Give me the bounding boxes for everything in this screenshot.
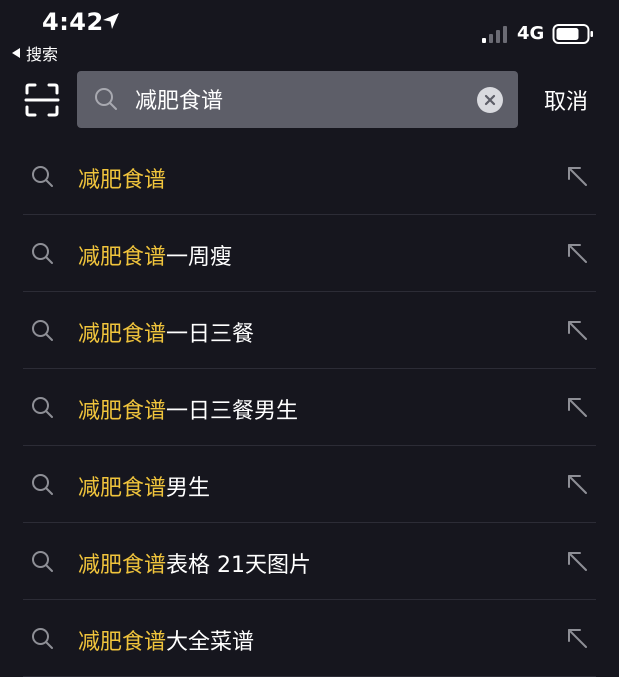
arrow-up-left-icon[interactable]	[565, 241, 589, 265]
clear-search-button[interactable]	[477, 87, 503, 113]
back-to-search-link[interactable]: 搜索	[12, 41, 58, 65]
location-arrow-icon	[103, 13, 119, 29]
search-icon	[32, 166, 53, 187]
suggestion-highlight: 减肥食谱	[78, 245, 167, 270]
suggestion-item[interactable]: 减肥食谱男生	[0, 446, 619, 523]
suggestion-list: 减肥食谱 减肥食谱一周瘦 减肥食谱一日三餐 减肥食谱一日三餐男生 减肥食谱男生 减肥食谱表…	[0, 138, 619, 677]
arrow-up-left-icon[interactable]	[565, 164, 589, 188]
suggestion-rest: 大全菜谱	[166, 630, 255, 655]
suggestion-label: 减肥食谱一周瘦	[78, 239, 232, 271]
cancel-button[interactable]: 取消	[544, 84, 588, 116]
back-triangle-icon	[12, 48, 20, 58]
search-box[interactable]	[77, 71, 518, 128]
signal-icon	[482, 26, 507, 43]
suggestion-rest: 表格 21天图片	[166, 553, 312, 578]
arrow-up-left-icon[interactable]	[565, 549, 589, 573]
suggestion-label: 减肥食谱男生	[78, 470, 210, 502]
suggestion-item[interactable]: 减肥食谱一周瘦	[0, 215, 619, 292]
search-input[interactable]	[135, 79, 465, 119]
scan-icon[interactable]	[24, 82, 60, 118]
suggestion-label: 减肥食谱表格 21天图片	[78, 547, 311, 579]
suggestion-item[interactable]: 减肥食谱大全菜谱	[0, 600, 619, 677]
arrow-up-left-icon[interactable]	[565, 626, 589, 650]
search-icon	[32, 474, 53, 495]
suggestion-item[interactable]: 减肥食谱表格 21天图片	[0, 523, 619, 600]
search-icon	[32, 397, 53, 418]
arrow-up-left-icon[interactable]	[565, 472, 589, 496]
suggestion-label: 减肥食谱一日三餐	[78, 316, 254, 348]
suggestion-rest: 一日三餐男生	[166, 399, 299, 424]
arrow-up-left-icon[interactable]	[565, 318, 589, 342]
network-type: 4G	[517, 23, 545, 44]
status-time: 4:42	[42, 8, 104, 36]
suggestion-label: 减肥食谱一日三餐男生	[78, 393, 298, 425]
search-icon	[32, 551, 53, 572]
suggestion-highlight: 减肥食谱	[78, 476, 167, 501]
suggestion-highlight: 减肥食谱	[78, 399, 167, 424]
suggestion-item[interactable]: 减肥食谱一日三餐	[0, 292, 619, 369]
battery-icon	[552, 24, 593, 44]
suggestion-label: 减肥食谱	[78, 162, 166, 194]
arrow-up-left-icon[interactable]	[565, 395, 589, 419]
search-icon	[32, 243, 53, 264]
suggestion-item[interactable]: 减肥食谱一日三餐男生	[0, 369, 619, 446]
suggestion-rest: 一周瘦	[166, 245, 233, 270]
search-icon	[95, 88, 117, 110]
suggestion-rest: 男生	[166, 476, 211, 501]
status-bar: 4:42 搜索 4G	[0, 0, 619, 66]
suggestion-highlight: 减肥食谱	[78, 168, 167, 193]
clear-icon	[484, 94, 496, 106]
suggestion-highlight: 减肥食谱	[78, 630, 167, 655]
suggestion-rest: 一日三餐	[166, 322, 255, 347]
back-label: 搜索	[26, 45, 59, 64]
suggestion-highlight: 减肥食谱	[78, 553, 167, 578]
suggestion-highlight: 减肥食谱	[78, 322, 167, 347]
suggestion-label: 减肥食谱大全菜谱	[78, 624, 254, 656]
suggestion-item[interactable]: 减肥食谱	[0, 138, 619, 215]
search-icon	[32, 628, 53, 649]
search-icon	[32, 320, 53, 341]
